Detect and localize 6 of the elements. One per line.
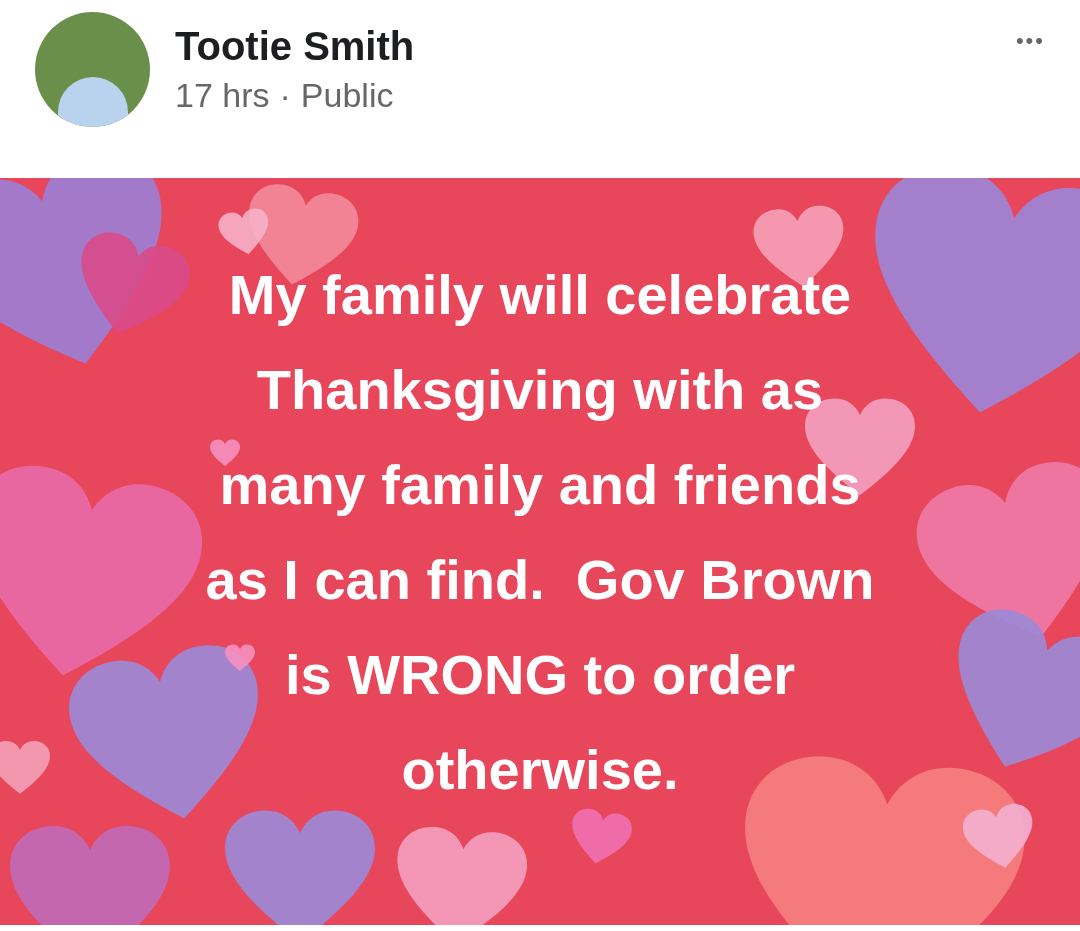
post-text: My family will celebrate Thanksgiving with as many family and friends as I can find. Gov Brown is WRONG to order otherwise. <box>205 261 875 803</box>
more-options-button[interactable]: ••• <box>1015 30 1045 52</box>
author-name[interactable]: Tootie Smith <box>175 26 415 66</box>
separator: · <box>279 78 291 112</box>
audience-label: Public <box>300 78 394 112</box>
post-time[interactable]: 17 hrs <box>175 78 270 112</box>
